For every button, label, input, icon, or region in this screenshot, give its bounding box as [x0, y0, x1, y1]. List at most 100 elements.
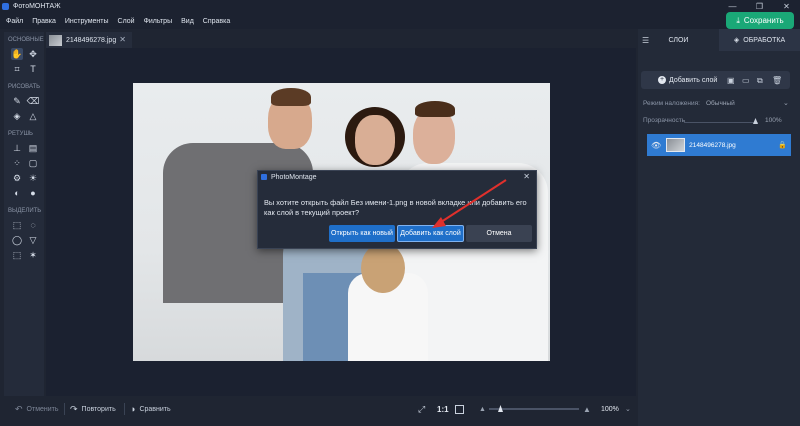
frame-tool-icon[interactable]: ▢	[27, 157, 39, 169]
magic-select-icon[interactable]: ⬚	[11, 249, 23, 261]
document-thumbnail	[49, 34, 62, 46]
app-logo-icon	[2, 3, 9, 10]
lasso-icon[interactable]: ◯	[11, 234, 23, 246]
redo-icon: ↷	[70, 403, 78, 414]
stamp-tool-icon[interactable]: ⊥	[11, 142, 23, 154]
fit-screen-icon[interactable]	[455, 404, 464, 414]
menu-file[interactable]: Файл	[6, 18, 23, 25]
redo-button[interactable]: ↷ Повторить	[70, 404, 116, 415]
chevron-down-icon[interactable]: ⌄	[783, 99, 789, 107]
zoom-1-1-button[interactable]: 1:1	[437, 405, 449, 414]
undo-icon: ↶	[15, 403, 23, 414]
menu-help[interactable]: Справка	[203, 18, 230, 25]
menu-edit[interactable]: Правка	[32, 18, 56, 25]
opacity-value: 100%	[765, 117, 782, 124]
trash-icon[interactable]: 🗑	[772, 76, 782, 85]
close-tab-icon[interactable]: ✕	[119, 35, 126, 44]
menu-tools[interactable]: Инструменты	[65, 18, 109, 25]
crop-tool-icon[interactable]: ⌗	[11, 63, 23, 75]
move-tool-icon[interactable]: ✥	[27, 48, 39, 60]
compare-button[interactable]: ◑ Сравнить	[130, 404, 171, 414]
sliders-icon: ☰	[642, 36, 650, 45]
tab-layers[interactable]: ☰ СЛОИ	[638, 29, 719, 51]
hand-tool-icon[interactable]: ✋	[11, 48, 23, 60]
effects-tool-icon[interactable]: ⚙	[11, 172, 23, 184]
tab-layers-label: СЛОИ	[668, 36, 689, 44]
duplicate-icon[interactable]: ⧉	[757, 76, 763, 86]
fit-zoom-icon[interactable]: ⤢	[418, 404, 425, 415]
bottom-bar: ↶ Отменить ↷ Повторить ◑ Сравнить ⤢ 1:1 …	[0, 398, 636, 420]
shapes-tool-icon[interactable]: △	[27, 110, 39, 122]
layer-row[interactable]: 👁 2148496278.jpg 🔒	[647, 134, 791, 156]
dialog-titlebar: PhotoMontage ✕	[258, 171, 536, 183]
save-button-label: Сохранить	[743, 16, 784, 25]
zoom-in-icon[interactable]: ▲	[583, 405, 591, 414]
opacity-label: Прозрачность	[643, 117, 686, 124]
opacity-slider[interactable]	[684, 122, 758, 123]
divider	[124, 403, 125, 415]
dialog-message: Вы хотите открыть файл Без имени-1.png в…	[264, 198, 527, 217]
tool-group-draw: РИСОВАТЬ	[8, 84, 41, 90]
add-as-layer-button[interactable]: Добавить как слой	[397, 225, 464, 242]
patch-tool-icon[interactable]: ▤	[27, 142, 39, 154]
open-as-new-button[interactable]: Открыть как новый	[329, 225, 395, 242]
plus-icon: +	[658, 76, 666, 84]
compare-label: Сравнить	[139, 405, 171, 413]
polygon-lasso-icon[interactable]: ▽	[27, 234, 39, 246]
document-tab[interactable]: 2148496278.jpg ✕	[46, 32, 132, 48]
folder-icon[interactable]: ▭	[742, 76, 750, 85]
add-layer-button[interactable]: + Добавить слой	[658, 76, 717, 84]
light-tool-icon[interactable]: ☀	[27, 172, 39, 184]
cancel-button[interactable]: Отмена	[466, 225, 532, 242]
app-title: ФотоМОНТАЖ	[13, 3, 61, 10]
tool-group-select: ВЫДЕЛИТЬ	[8, 208, 42, 214]
ellipse-select-icon[interactable]: ◌	[27, 219, 39, 231]
eraser-tool-icon[interactable]: ⌫	[27, 95, 40, 107]
divider	[64, 403, 65, 415]
dialog-title: PhotoMontage	[271, 173, 317, 181]
menu-view[interactable]: Вид	[181, 18, 194, 25]
download-icon: ⤓	[736, 15, 740, 25]
zoom-slider[interactable]	[489, 408, 579, 410]
drop-tool-icon[interactable]: ●	[27, 187, 39, 199]
lock-icon[interactable]: 🔒	[778, 141, 787, 149]
blur-tool-icon[interactable]: ⁘	[11, 157, 23, 169]
photo-person	[271, 88, 311, 106]
opacity-slider-handle[interactable]	[753, 118, 758, 124]
document-tabs: 2148496278.jpg ✕	[46, 32, 636, 48]
document-tab-name: 2148496278.jpg	[66, 36, 117, 44]
dialog-close-icon[interactable]: ✕	[523, 172, 530, 181]
undo-button[interactable]: ↶ Отменить	[15, 404, 59, 415]
layer-thumbnail	[666, 138, 686, 152]
chevron-down-icon[interactable]: ⌄	[625, 405, 631, 413]
undo-label: Отменить	[26, 405, 59, 413]
dodge-tool-icon[interactable]: ◐	[11, 187, 23, 199]
redo-label: Повторить	[81, 405, 116, 413]
right-panel: ☰ СЛОИ ◈ ОБРАБОТКА + Добавить слой ▣ ▭ ⧉…	[638, 29, 800, 426]
tab-processing[interactable]: ◈ ОБРАБОТКА	[719, 29, 800, 51]
menu-layer[interactable]: Слой	[118, 18, 135, 25]
menu-filters[interactable]: Фильтры	[144, 18, 173, 25]
blend-mode-label: Режим наложения:	[643, 100, 700, 107]
photo-person	[355, 115, 395, 165]
blend-mode-select[interactable]: Обычный	[706, 100, 735, 107]
app-logo-icon	[261, 174, 267, 180]
text-tool-icon[interactable]: T	[27, 63, 39, 75]
app-window: ФотоМОНТАЖ — ❐ ✕ Файл Правка Инструменты…	[0, 0, 800, 426]
save-button[interactable]: ⤓ Сохранить	[726, 12, 794, 29]
zoom-value[interactable]: 100%	[601, 406, 619, 413]
add-layer-label: Добавить слой	[669, 76, 718, 84]
tool-panel: ОСНОВНЫЕ ✋ ✥ ⌗ T РИСОВАТЬ ✎ ⌫ ◈ △ РЕТУШЬ…	[4, 32, 44, 396]
rect-select-icon[interactable]: ⬚	[11, 219, 23, 231]
zoom-out-icon[interactable]: ▲	[479, 406, 486, 413]
photo-person	[415, 101, 455, 117]
fill-tool-icon[interactable]: ◈	[11, 110, 23, 122]
magic-wand-icon[interactable]: ✶	[27, 249, 39, 261]
open-file-dialog: PhotoMontage ✕ Вы хотите открыть файл Бе…	[257, 170, 537, 249]
right-panel-tabs: ☰ СЛОИ ◈ ОБРАБОТКА	[638, 29, 800, 51]
brush-tool-icon[interactable]: ✎	[11, 95, 23, 107]
eye-icon[interactable]: 👁	[651, 141, 661, 150]
tab-processing-label: ОБРАБОТКА	[743, 36, 786, 44]
image-icon[interactable]: ▣	[727, 76, 735, 85]
compare-icon: ◑	[130, 404, 136, 414]
